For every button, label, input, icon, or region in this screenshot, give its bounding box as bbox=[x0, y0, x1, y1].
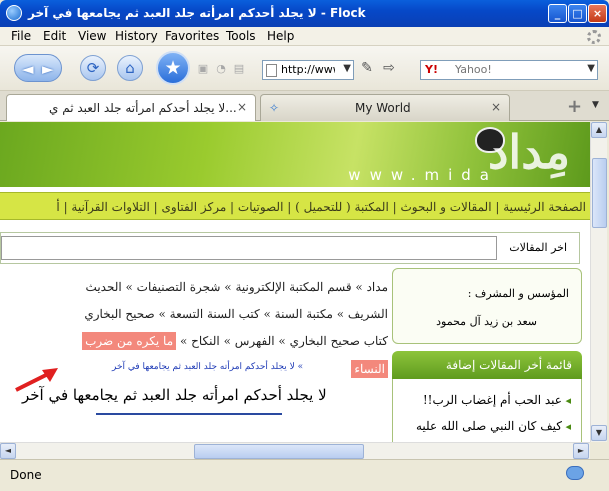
tab-my-world[interactable]: ✧ My World × bbox=[260, 94, 510, 121]
latest-item[interactable]: ◂ كيف كان النبي صلى الله عليه bbox=[416, 419, 571, 433]
site-navigation[interactable]: الصفحة الرئيسية | المقالات و البحوث | ال… bbox=[0, 192, 590, 220]
breadcrumb-line-1[interactable]: مداد » قسم المكتبة الإلكترونية » شجرة ال… bbox=[8, 280, 388, 294]
go-icon[interactable]: ⇨ bbox=[382, 61, 396, 75]
status-bar: Done bbox=[0, 459, 609, 491]
horizontal-scroll-thumb[interactable] bbox=[194, 444, 364, 459]
latest-articles-box[interactable] bbox=[1, 236, 497, 260]
tab-article[interactable]: لا يجلد أحدكم امرأته جلد العبد ثم ي... × bbox=[6, 94, 256, 121]
menu-edit[interactable]: Edit bbox=[43, 29, 66, 43]
close-button[interactable]: × bbox=[588, 4, 607, 23]
latest-item-label[interactable]: كيف كان النبي صلى الله عليه bbox=[416, 419, 562, 433]
title-bar: لا يجلد أحدكم امرأته جلد العبد ثم يجامعه… bbox=[0, 0, 609, 27]
tab-list-icon[interactable]: ▼ bbox=[592, 100, 599, 110]
menu-help[interactable]: Help bbox=[267, 29, 294, 43]
new-tab-button[interactable]: + bbox=[567, 96, 582, 117]
menu-view[interactable]: View bbox=[78, 29, 106, 43]
breadcrumb-current-link[interactable]: » لا يجلد أحدكم امرأته جلد العبد ثم يجام… bbox=[112, 362, 303, 372]
breadcrumb-highlight[interactable]: ما يكره من ضرب bbox=[82, 332, 177, 350]
search-input[interactable] bbox=[455, 63, 575, 76]
site-logo[interactable]: مِداد bbox=[488, 125, 570, 179]
home-button[interactable]: ⌂ bbox=[117, 55, 143, 81]
latest-item[interactable]: ◂ عبد الحب أم إغضاب الرب!! bbox=[423, 393, 571, 407]
founder-panel: المؤسس و المشرف : سعد بن زيد آل محمود bbox=[392, 268, 582, 344]
maximize-button[interactable]: □ bbox=[568, 4, 587, 23]
vertical-scroll-thumb[interactable] bbox=[592, 158, 607, 228]
breadcrumb-highlight-2[interactable]: النساء bbox=[351, 360, 388, 378]
page-content: مِداد www.mida الصفحة الرئيسية | المقالا… bbox=[0, 122, 590, 442]
throbber-icon bbox=[587, 30, 601, 44]
camera-icon[interactable]: ▣ bbox=[196, 62, 210, 76]
menu-tools[interactable]: Tools bbox=[226, 29, 256, 43]
scroll-corner bbox=[590, 442, 607, 459]
window-title: لا يجلد أحدكم امرأته جلد العبد ثم يجامعه… bbox=[28, 6, 366, 20]
reload-button[interactable]: ⟳ bbox=[80, 55, 106, 81]
favorite-star-button[interactable]: ★ bbox=[156, 51, 190, 85]
latest-list: ◂ عبد الحب أم إغضاب الرب!! ◂ كيف كان الن… bbox=[392, 379, 582, 442]
horizontal-scrollbar[interactable]: ◄ ► bbox=[0, 442, 590, 459]
back-forward-control: ◄ ► bbox=[14, 54, 62, 82]
tab-my-world-close-icon[interactable]: × bbox=[491, 100, 501, 114]
article-title: لا يجلد أحدكم امرأته جلد العبد ثم يجامعه… bbox=[22, 386, 327, 404]
menu-history[interactable]: History bbox=[115, 29, 158, 43]
back-button[interactable]: ◄ bbox=[22, 60, 34, 78]
minimize-button[interactable]: _ bbox=[548, 4, 567, 23]
founder-label: المؤسس و المشرف : bbox=[467, 287, 569, 300]
tab-article-label: لا يجلد أحدكم امرأته جلد العبد ثم ي... bbox=[49, 101, 237, 115]
scroll-up-button[interactable]: ▲ bbox=[591, 122, 607, 138]
latest-articles-row: اخر المقالات bbox=[0, 232, 580, 264]
search-dropdown-icon[interactable]: ▼ bbox=[587, 63, 595, 74]
vertical-scrollbar[interactable]: ▲ ▼ bbox=[590, 122, 607, 442]
scroll-down-button[interactable]: ▼ bbox=[591, 425, 607, 441]
address-bar[interactable]: ▼ bbox=[262, 60, 354, 80]
breadcrumb-line-2[interactable]: الشريف » مكتبة السنة » كتب السنة التسعة … bbox=[8, 307, 388, 321]
scroll-left-button[interactable]: ◄ bbox=[0, 443, 16, 459]
founder-name[interactable]: سعد بن زيد آل محمود bbox=[436, 315, 537, 328]
tab-bar: لا يجلد أحدكم امرأته جلد العبد ثم ي... ×… bbox=[0, 91, 609, 121]
tab-my-world-label: My World bbox=[355, 101, 411, 115]
latest-item-label[interactable]: عبد الحب أم إغضاب الرب!! bbox=[423, 393, 562, 407]
search-bar[interactable]: Y! ▼ bbox=[420, 60, 598, 80]
yahoo-icon[interactable]: Y! bbox=[425, 63, 438, 76]
menu-file[interactable]: File bbox=[11, 29, 31, 43]
site-banner: مِداد www.mida bbox=[0, 122, 590, 187]
blog-icon[interactable]: ▤ bbox=[232, 62, 246, 76]
clip-icon[interactable]: ✎ bbox=[360, 61, 374, 75]
forward-button[interactable]: ► bbox=[42, 60, 54, 78]
latest-list-header: قائمة أخر المقالات إضافة bbox=[392, 351, 582, 379]
tab-article-close-icon[interactable]: × bbox=[237, 100, 247, 114]
bullet-icon: ◂ bbox=[561, 420, 571, 433]
menu-favorites[interactable]: Favorites bbox=[165, 29, 219, 43]
site-url-text: www.mida bbox=[348, 166, 498, 184]
flock-icon bbox=[6, 5, 22, 21]
title-underline bbox=[96, 413, 282, 415]
latest-articles-label: اخر المقالات bbox=[509, 241, 567, 254]
address-dropdown-icon[interactable]: ▼ bbox=[343, 63, 351, 74]
breadcrumb-links[interactable]: كتاب صحيح البخاري » الفهرس » النكاح » bbox=[180, 334, 388, 348]
status-text: Done bbox=[10, 468, 42, 482]
chat-icon[interactable] bbox=[566, 466, 584, 480]
address-input[interactable] bbox=[281, 63, 335, 76]
scroll-right-button[interactable]: ► bbox=[573, 443, 589, 459]
page-icon bbox=[266, 64, 277, 77]
my-world-icon: ✧ bbox=[269, 101, 280, 115]
breadcrumb-line-3: كتاب صحيح البخاري » الفهرس » النكاح » ما… bbox=[8, 332, 388, 350]
feed-icon[interactable]: ◔ bbox=[214, 62, 228, 76]
menu-bar: File Edit View History Favorites Tools H… bbox=[0, 27, 609, 46]
bullet-icon: ◂ bbox=[561, 394, 571, 407]
navigation-toolbar: ◄ ► ⟳ ⌂ ★ ▣ ◔ ▤ ▼ ✎ ⇨ Y! ▼ bbox=[0, 46, 609, 91]
